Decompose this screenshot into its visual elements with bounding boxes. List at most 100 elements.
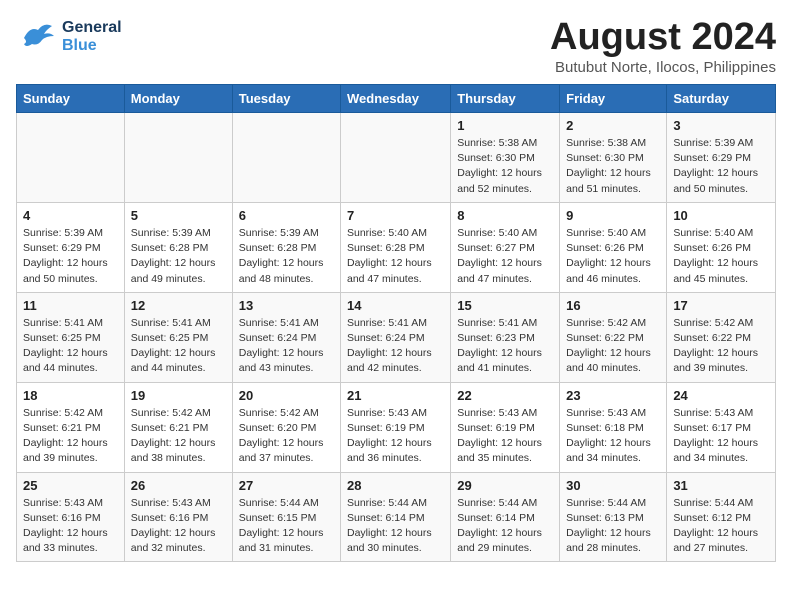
day-info: Sunrise: 5:41 AM Sunset: 6:25 PM Dayligh…: [23, 316, 118, 377]
day-info: Sunrise: 5:39 AM Sunset: 6:29 PM Dayligh…: [673, 136, 769, 197]
week-row: 4 Sunrise: 5:39 AM Sunset: 6:29 PM Daylig…: [17, 202, 776, 292]
calendar-cell: 7 Sunrise: 5:40 AM Sunset: 6:28 PM Daylig…: [341, 202, 451, 292]
logo-text: General Blue: [62, 19, 122, 54]
weekday-header: Saturday: [667, 85, 776, 113]
day-number: 8: [457, 208, 553, 223]
calendar-cell: 28 Sunrise: 5:44 AM Sunset: 6:14 PM Dayli…: [341, 472, 451, 562]
day-info: Sunrise: 5:41 AM Sunset: 6:23 PM Dayligh…: [457, 316, 553, 377]
calendar-cell: 13Sunrise: 5:41 AM Sunset: 6:24 PM Dayli…: [232, 292, 340, 382]
day-info: Sunrise: 5:42 AM Sunset: 6:22 PM Dayligh…: [566, 316, 660, 377]
day-number: 13: [239, 298, 334, 313]
day-info: Sunrise: 5:44 AM Sunset: 6:14 PM Dayligh…: [347, 496, 444, 557]
calendar-cell: 29 Sunrise: 5:44 AM Sunset: 6:14 PM Dayli…: [451, 472, 560, 562]
calendar-cell: 19Sunrise: 5:42 AM Sunset: 6:21 PM Dayli…: [124, 382, 232, 472]
calendar-cell: 30 Sunrise: 5:44 AM Sunset: 6:13 PM Dayli…: [560, 472, 667, 562]
title-block: August 2024 Butubut Norte, Ilocos, Phili…: [550, 16, 776, 76]
day-number: 10: [673, 208, 769, 223]
calendar-cell: 17 Sunrise: 5:42 AM Sunset: 6:22 PM Dayli…: [667, 292, 776, 382]
day-number: 1: [457, 118, 553, 133]
calendar-cell: 16Sunrise: 5:42 AM Sunset: 6:22 PM Dayli…: [560, 292, 667, 382]
day-info: Sunrise: 5:43 AM Sunset: 6:17 PM Dayligh…: [673, 406, 769, 467]
calendar-cell: [124, 113, 232, 203]
day-number: 6: [239, 208, 334, 223]
day-info: Sunrise: 5:43 AM Sunset: 6:16 PM Dayligh…: [131, 496, 226, 557]
day-info: Sunrise: 5:43 AM Sunset: 6:19 PM Dayligh…: [347, 406, 444, 467]
day-number: 17: [673, 298, 769, 313]
day-info: Sunrise: 5:40 AM Sunset: 6:26 PM Dayligh…: [566, 226, 660, 287]
calendar-cell: 26 Sunrise: 5:43 AM Sunset: 6:16 PM Dayli…: [124, 472, 232, 562]
day-number: 4: [23, 208, 118, 223]
day-number: 27: [239, 478, 334, 493]
day-info: Sunrise: 5:43 AM Sunset: 6:16 PM Dayligh…: [23, 496, 118, 557]
day-info: Sunrise: 5:43 AM Sunset: 6:18 PM Dayligh…: [566, 406, 660, 467]
day-number: 30: [566, 478, 660, 493]
day-number: 9: [566, 208, 660, 223]
day-number: 25: [23, 478, 118, 493]
calendar-cell: [232, 113, 340, 203]
calendar-cell: 1 Sunrise: 5:38 AM Sunset: 6:30 PM Daylig…: [451, 113, 560, 203]
day-info: Sunrise: 5:43 AM Sunset: 6:19 PM Dayligh…: [457, 406, 553, 467]
day-info: Sunrise: 5:40 AM Sunset: 6:26 PM Dayligh…: [673, 226, 769, 287]
day-info: Sunrise: 5:44 AM Sunset: 6:14 PM Dayligh…: [457, 496, 553, 557]
weekday-header: Friday: [560, 85, 667, 113]
day-number: 14: [347, 298, 444, 313]
logo: General Blue: [16, 16, 122, 58]
month-title: August 2024: [550, 16, 776, 59]
day-number: 5: [131, 208, 226, 223]
day-number: 18: [23, 388, 118, 403]
day-info: Sunrise: 5:42 AM Sunset: 6:20 PM Dayligh…: [239, 406, 334, 467]
day-number: 7: [347, 208, 444, 223]
logo-blue: Blue: [62, 37, 122, 55]
logo-icon: [16, 16, 58, 58]
calendar-header: SundayMondayTuesdayWednesdayThursdayFrid…: [17, 85, 776, 113]
day-number: 29: [457, 478, 553, 493]
day-info: Sunrise: 5:38 AM Sunset: 6:30 PM Dayligh…: [457, 136, 553, 197]
day-info: Sunrise: 5:39 AM Sunset: 6:29 PM Dayligh…: [23, 226, 118, 287]
weekday-header: Tuesday: [232, 85, 340, 113]
weekday-header: Wednesday: [341, 85, 451, 113]
day-number: 24: [673, 388, 769, 403]
calendar-cell: 23 Sunrise: 5:43 AM Sunset: 6:18 PM Dayli…: [560, 382, 667, 472]
calendar-cell: 3Sunrise: 5:39 AM Sunset: 6:29 PM Daylig…: [667, 113, 776, 203]
calendar-cell: 6 Sunrise: 5:39 AM Sunset: 6:28 PM Daylig…: [232, 202, 340, 292]
calendar-cell: 5 Sunrise: 5:39 AM Sunset: 6:28 PM Daylig…: [124, 202, 232, 292]
calendar-table: SundayMondayTuesdayWednesdayThursdayFrid…: [16, 84, 776, 562]
calendar-cell: 8Sunrise: 5:40 AM Sunset: 6:27 PM Daylig…: [451, 202, 560, 292]
weekday-header: Sunday: [17, 85, 125, 113]
calendar-cell: 10 Sunrise: 5:40 AM Sunset: 6:26 PM Dayli…: [667, 202, 776, 292]
weekday-row: SundayMondayTuesdayWednesdayThursdayFrid…: [17, 85, 776, 113]
day-info: Sunrise: 5:44 AM Sunset: 6:13 PM Dayligh…: [566, 496, 660, 557]
weekday-header: Monday: [124, 85, 232, 113]
day-number: 2: [566, 118, 660, 133]
day-number: 28: [347, 478, 444, 493]
calendar-cell: 15 Sunrise: 5:41 AM Sunset: 6:23 PM Dayli…: [451, 292, 560, 382]
day-info: Sunrise: 5:44 AM Sunset: 6:12 PM Dayligh…: [673, 496, 769, 557]
calendar-cell: 22Sunrise: 5:43 AM Sunset: 6:19 PM Dayli…: [451, 382, 560, 472]
calendar-cell: 20Sunrise: 5:42 AM Sunset: 6:20 PM Dayli…: [232, 382, 340, 472]
week-row: 1 Sunrise: 5:38 AM Sunset: 6:30 PM Daylig…: [17, 113, 776, 203]
day-number: 26: [131, 478, 226, 493]
day-info: Sunrise: 5:41 AM Sunset: 6:24 PM Dayligh…: [347, 316, 444, 377]
day-info: Sunrise: 5:39 AM Sunset: 6:28 PM Dayligh…: [239, 226, 334, 287]
calendar-cell: 4 Sunrise: 5:39 AM Sunset: 6:29 PM Daylig…: [17, 202, 125, 292]
day-number: 11: [23, 298, 118, 313]
week-row: 25 Sunrise: 5:43 AM Sunset: 6:16 PM Dayli…: [17, 472, 776, 562]
day-info: Sunrise: 5:42 AM Sunset: 6:22 PM Dayligh…: [673, 316, 769, 377]
day-number: 21: [347, 388, 444, 403]
day-number: 19: [131, 388, 226, 403]
page-header: General Blue August 2024 Butubut Norte, …: [16, 16, 776, 76]
day-info: Sunrise: 5:41 AM Sunset: 6:25 PM Dayligh…: [131, 316, 226, 377]
day-number: 23: [566, 388, 660, 403]
calendar-cell: 21 Sunrise: 5:43 AM Sunset: 6:19 PM Dayli…: [341, 382, 451, 472]
location: Butubut Norte, Ilocos, Philippines: [550, 59, 776, 76]
calendar-cell: 24 Sunrise: 5:43 AM Sunset: 6:17 PM Dayli…: [667, 382, 776, 472]
day-number: 15: [457, 298, 553, 313]
day-info: Sunrise: 5:44 AM Sunset: 6:15 PM Dayligh…: [239, 496, 334, 557]
logo-general: General: [62, 19, 122, 37]
day-info: Sunrise: 5:40 AM Sunset: 6:28 PM Dayligh…: [347, 226, 444, 287]
calendar-cell: 12Sunrise: 5:41 AM Sunset: 6:25 PM Dayli…: [124, 292, 232, 382]
calendar-cell: 11 Sunrise: 5:41 AM Sunset: 6:25 PM Dayli…: [17, 292, 125, 382]
calendar-cell: 27 Sunrise: 5:44 AM Sunset: 6:15 PM Dayli…: [232, 472, 340, 562]
calendar-cell: 25 Sunrise: 5:43 AM Sunset: 6:16 PM Dayli…: [17, 472, 125, 562]
day-info: Sunrise: 5:39 AM Sunset: 6:28 PM Dayligh…: [131, 226, 226, 287]
